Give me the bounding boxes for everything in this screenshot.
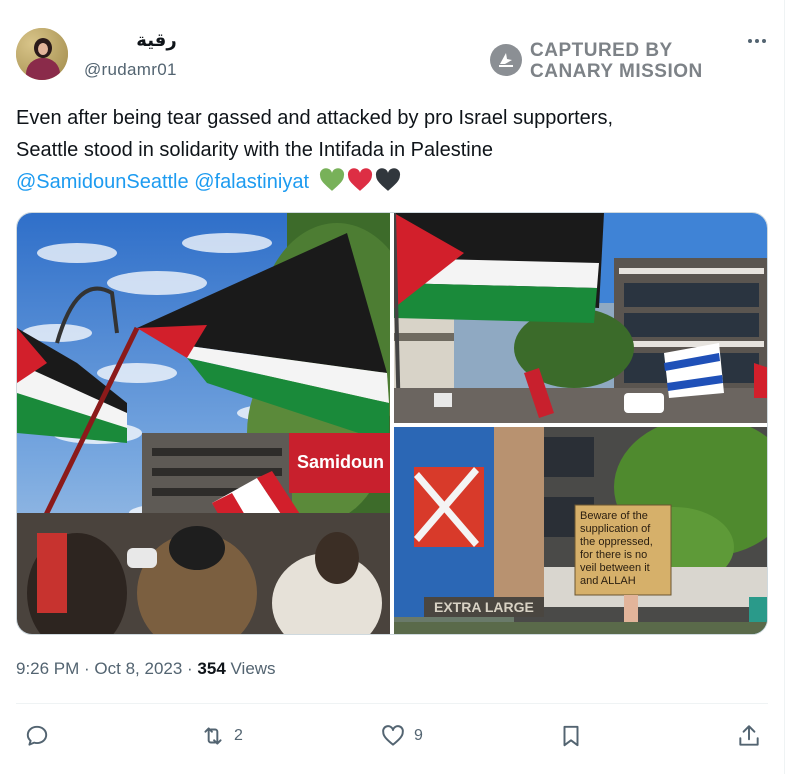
user-handle[interactable]: @rudamr01	[84, 60, 177, 80]
svg-text:veil between it: veil between it	[580, 562, 650, 574]
timestamp[interactable]: 9:26 PM · Oct 8, 2023 ·	[16, 659, 197, 678]
user-names: رقية @rudamr01	[84, 30, 177, 80]
views-count: 354	[197, 659, 226, 678]
svg-text:Beware of the: Beware of the	[580, 510, 648, 522]
media-grid: Samidoun EXTRA LARGE Beware of the suppl…	[16, 212, 768, 635]
watermark-line-1: CAPTURED BY	[530, 40, 673, 61]
tweet-meta: 9:26 PM · Oct 8, 2023 · 354 Views	[16, 659, 276, 679]
reply-button[interactable]	[24, 720, 50, 752]
like-button[interactable]: 9	[380, 720, 423, 752]
svg-text:supplication of: supplication of	[580, 523, 651, 535]
black-heart-icon	[375, 168, 400, 191]
views-label: Views	[225, 659, 276, 678]
canary-mission-watermark: CAPTURED BY CANARY MISSION	[490, 40, 710, 82]
canary-mission-icon	[490, 44, 522, 76]
retweet-icon	[204, 727, 222, 745]
tweet-text-line-1: Even after being tear gassed and attacke…	[16, 107, 614, 129]
more-options-icon[interactable]	[744, 32, 770, 50]
timeline-border	[784, 0, 785, 774]
photo-flags-building[interactable]	[394, 213, 767, 423]
reply-icon	[26, 725, 48, 746]
avatar[interactable]	[16, 28, 68, 80]
photo-protest-sign[interactable]: EXTRA LARGE Beware of the supplication o…	[394, 427, 767, 634]
photo-flags-sky[interactable]: Samidoun	[17, 213, 390, 634]
tweet-text-line-3: @SamidounSeattle @falastiniyat	[16, 166, 768, 198]
svg-text:for there is no: for there is no	[580, 549, 647, 561]
display-name[interactable]: رقية	[84, 30, 176, 54]
photo3-box-text: EXTRA LARGE	[434, 599, 534, 615]
share-button[interactable]	[736, 720, 762, 752]
like-count: 9	[414, 727, 423, 744]
share-icon	[739, 725, 759, 746]
photo1-banner-text: Samidoun	[297, 452, 384, 472]
mention-falastiniyat[interactable]: @falastiniyat	[194, 171, 309, 193]
like-icon	[382, 725, 404, 746]
retweet-count: 2	[234, 727, 243, 744]
svg-text:and ALLAH: and ALLAH	[580, 575, 636, 587]
mention-samidoun-seattle[interactable]: @SamidounSeattle	[16, 171, 189, 193]
tweet-header: رقية @rudamr01 CAPTURED BY CANARY MISSIO…	[16, 28, 776, 84]
red-heart-icon	[347, 168, 372, 191]
green-heart-icon	[319, 168, 344, 191]
bookmark-button[interactable]	[558, 720, 584, 752]
svg-text:the oppressed,: the oppressed,	[580, 536, 653, 548]
watermark-line-2: CANARY MISSION	[530, 61, 703, 82]
bookmark-icon	[563, 725, 579, 747]
tweet-text-line-2: Seattle stood in solidarity with the Int…	[16, 139, 493, 161]
actions-divider	[16, 703, 768, 704]
tweet-text: Even after being tear gassed and attacke…	[16, 102, 768, 198]
heart-emojis	[319, 168, 401, 192]
retweet-button[interactable]: 2	[200, 720, 243, 752]
